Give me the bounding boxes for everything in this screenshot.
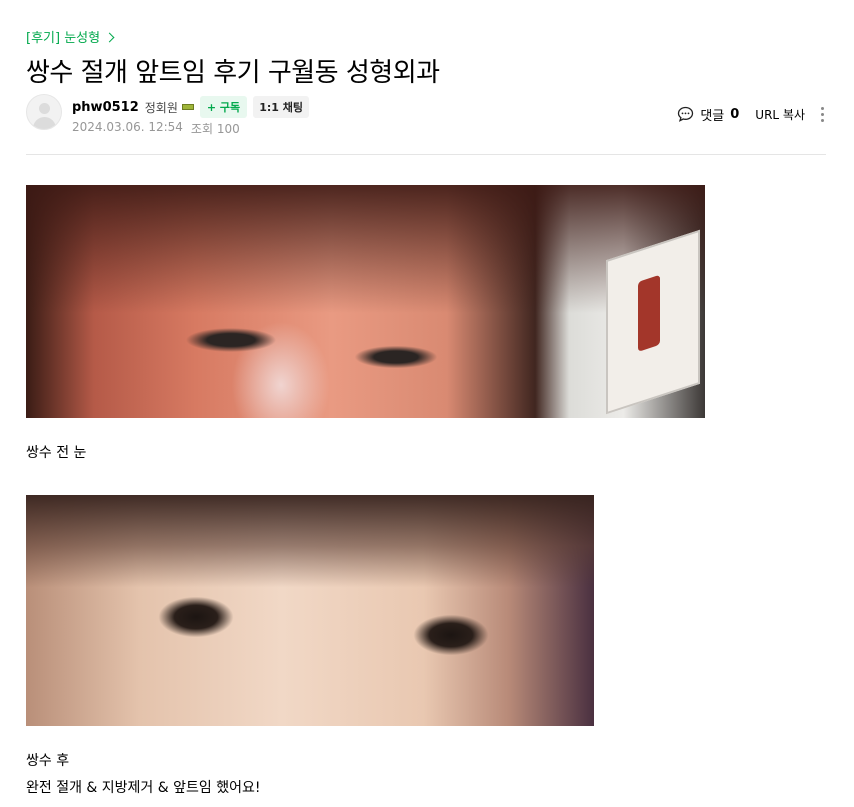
caption-after: 쌍수 후 [26,753,70,769]
header-divider [26,154,826,155]
background-sign-shape [606,229,700,415]
article-tools: 댓글 0 URL 복사 [677,105,826,124]
before-eye-photo[interactable] [26,185,705,418]
avatar-body-shape [33,117,56,129]
category-label[interactable]: [후기] 눈성형 [26,27,100,46]
article-meta: 2024.03.06. 12:54 조회 100 [72,120,240,137]
comment-button[interactable]: 댓글 0 [677,105,739,124]
url-copy-button[interactable]: URL 복사 [755,106,805,123]
comment-count: 0 [730,107,740,122]
writer-grade: 정회원 [144,100,178,115]
grade-badge-icon [181,104,194,110]
after-eye-photo[interactable] [26,495,594,726]
post-date: 2024.03.06. 12:54 [72,120,183,134]
ellipsis-dot [821,119,824,122]
speech-bubble-icon [678,106,694,122]
avatar-head-shape [39,103,50,114]
caption-detail: 완전 절개 & 지방제거 & 앞트임 했어요! [26,780,261,796]
category-link[interactable]: [후기] 눈성형 [26,27,115,46]
view-count: 조회 100 [190,122,240,136]
writer-nickname[interactable]: phw0512 [72,100,139,115]
vertical-ellipsis-icon[interactable] [819,107,826,122]
chevron-right-icon [104,32,115,42]
nickname-row: phw0512 정회원 + 구독 1:1 채팅 [72,96,309,118]
ellipsis-dot [821,107,824,110]
caption-before: 쌍수 전 눈 [26,445,87,461]
ellipsis-dot [821,113,824,116]
chat-button[interactable]: 1:1 채팅 [253,96,309,118]
comment-label: 댓글 [700,109,725,124]
subscribe-button[interactable]: + 구독 [199,96,248,118]
avatar[interactable] [26,94,62,130]
writer-info: phw0512 정회원 + 구독 1:1 채팅 2024.03.06. 12:5… [26,94,826,138]
article-title: 쌍수 절개 앞트임 후기 구월동 성형외과 [26,58,440,88]
